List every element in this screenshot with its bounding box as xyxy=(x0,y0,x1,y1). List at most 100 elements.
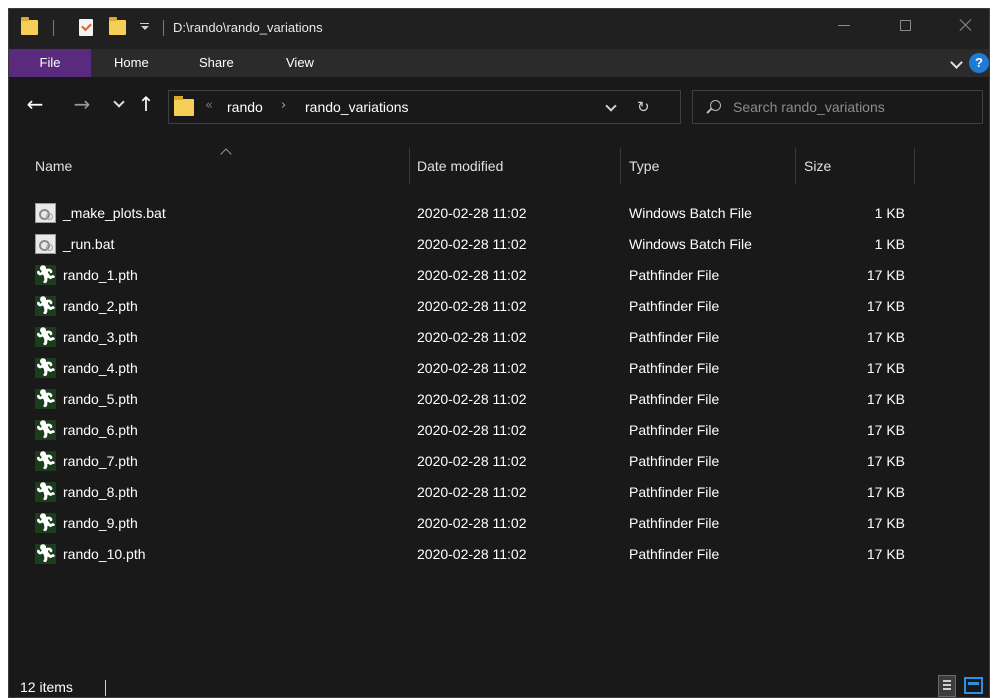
file-name[interactable]: _make_plots.bat xyxy=(63,198,166,229)
file-name[interactable]: rando_4.pth xyxy=(63,353,138,384)
file-name[interactable]: rando_8.pth xyxy=(63,477,138,508)
file-date: 2020-02-28 11:02 xyxy=(417,267,527,283)
pathfinder-file-icon: 🏃︎ xyxy=(35,327,57,347)
explorer-window: D:\rando\rando_variations File Home Shar… xyxy=(8,8,990,698)
tab-file[interactable]: File xyxy=(9,49,91,77)
up-button[interactable]: ↑ xyxy=(133,91,159,117)
address-bar[interactable]: « rando › rando_variations ↻ xyxy=(168,90,681,124)
pathfinder-file-icon: 🏃︎ xyxy=(35,482,57,502)
status-separator xyxy=(105,680,106,696)
tab-share[interactable]: Share xyxy=(199,49,234,77)
file-size: 17 KB xyxy=(866,422,905,438)
breadcrumb-rando[interactable]: rando xyxy=(227,99,263,115)
breadcrumb-separator[interactable]: › xyxy=(281,98,286,113)
item-count: 12 items xyxy=(20,679,73,695)
search-icon xyxy=(710,100,721,111)
refresh-icon[interactable]: ↻ xyxy=(637,98,650,116)
pathfinder-file-icon: 🏃︎ xyxy=(35,358,57,378)
file-name[interactable]: _run.bat xyxy=(63,229,114,260)
pathfinder-file-icon: 🏃︎ xyxy=(35,513,57,533)
search-input[interactable] xyxy=(733,91,973,123)
pathfinder-file-icon: 🏃︎ xyxy=(35,544,57,564)
toolbar-separator xyxy=(163,20,164,36)
new-folder-icon[interactable] xyxy=(109,17,126,35)
maximize-button[interactable] xyxy=(882,9,928,41)
folder-icon xyxy=(174,96,194,116)
file-size: 17 KB xyxy=(866,360,905,376)
file-row[interactable]: 🏃︎ rando_1.pth 2020-02-28 11:02 Pathfind… xyxy=(9,260,989,291)
file-row[interactable]: 🏃︎ rando_10.pth 2020-02-28 11:02 Pathfin… xyxy=(9,539,989,570)
status-bar: 12 items xyxy=(9,669,989,697)
file-row[interactable]: 🏃︎ rando_4.pth 2020-02-28 11:02 Pathfind… xyxy=(9,353,989,384)
search-box[interactable] xyxy=(692,90,983,124)
file-type: Pathfinder File xyxy=(629,546,720,562)
breadcrumb-rando-variations[interactable]: rando_variations xyxy=(305,99,409,115)
file-size: 17 KB xyxy=(866,484,905,500)
column-divider[interactable] xyxy=(409,148,410,184)
close-button[interactable] xyxy=(943,9,989,41)
address-history-dropdown-icon[interactable] xyxy=(605,100,617,112)
file-type: Pathfinder File xyxy=(629,515,720,531)
file-date: 2020-02-28 11:02 xyxy=(417,236,527,252)
file-name[interactable]: rando_10.pth xyxy=(63,539,146,570)
file-size: 17 KB xyxy=(866,546,905,562)
column-header-size[interactable]: Size xyxy=(804,146,904,186)
maximize-icon xyxy=(899,19,911,31)
file-row[interactable]: 🏃︎ rando_3.pth 2020-02-28 11:02 Pathfind… xyxy=(9,322,989,353)
breadcrumb-overflow[interactable]: « xyxy=(205,98,213,113)
file-type: Pathfinder File xyxy=(629,391,720,407)
column-header-name[interactable]: Name xyxy=(35,146,405,186)
file-size: 17 KB xyxy=(866,267,905,283)
tab-home[interactable]: Home xyxy=(114,49,149,77)
file-row[interactable]: 🏃︎ rando_8.pth 2020-02-28 11:02 Pathfind… xyxy=(9,477,989,508)
pathfinder-file-icon: 🏃︎ xyxy=(35,296,57,316)
column-header-type[interactable]: Type xyxy=(629,146,789,186)
file-size: 17 KB xyxy=(866,329,905,345)
column-headers: Name Date modified Type Size xyxy=(9,146,989,186)
file-row[interactable]: 🏃︎ rando_5.pth 2020-02-28 11:02 Pathfind… xyxy=(9,384,989,415)
file-name[interactable]: rando_6.pth xyxy=(63,415,138,446)
file-row[interactable]: _run.bat 2020-02-28 11:02 Windows Batch … xyxy=(9,229,989,260)
column-divider[interactable] xyxy=(914,148,915,184)
column-divider[interactable] xyxy=(620,148,621,184)
file-date: 2020-02-28 11:02 xyxy=(417,422,527,438)
details-view-icon[interactable] xyxy=(938,675,956,697)
file-type: Pathfinder File xyxy=(629,360,720,376)
tab-view[interactable]: View xyxy=(286,49,314,77)
pathfinder-file-icon: 🏃︎ xyxy=(35,265,57,285)
file-date: 2020-02-28 11:02 xyxy=(417,298,527,314)
folder-icon xyxy=(21,17,38,35)
customize-toolbar-dropdown-icon[interactable] xyxy=(140,21,149,33)
file-type: Pathfinder File xyxy=(629,484,720,500)
file-name[interactable]: rando_5.pth xyxy=(63,384,138,415)
expand-ribbon-icon[interactable] xyxy=(950,56,963,69)
pathfinder-file-icon: 🏃︎ xyxy=(35,389,57,409)
file-name[interactable]: rando_1.pth xyxy=(63,260,138,291)
help-icon[interactable]: ? xyxy=(969,53,989,73)
file-date: 2020-02-28 11:02 xyxy=(417,329,527,345)
column-divider[interactable] xyxy=(795,148,796,184)
large-icons-view-icon[interactable] xyxy=(964,677,983,694)
forward-button[interactable]: → xyxy=(69,91,95,117)
file-size: 17 KB xyxy=(866,298,905,314)
file-name[interactable]: rando_3.pth xyxy=(63,322,138,353)
properties-icon[interactable] xyxy=(79,19,93,36)
file-row[interactable]: _make_plots.bat 2020-02-28 11:02 Windows… xyxy=(9,198,989,229)
toolbar-separator xyxy=(53,20,54,36)
file-type: Pathfinder File xyxy=(629,422,720,438)
file-name[interactable]: rando_2.pth xyxy=(63,291,138,322)
column-header-date[interactable]: Date modified xyxy=(417,146,617,186)
file-row[interactable]: 🏃︎ rando_6.pth 2020-02-28 11:02 Pathfind… xyxy=(9,415,989,446)
file-date: 2020-02-28 11:02 xyxy=(417,205,527,221)
file-name[interactable]: rando_7.pth xyxy=(63,446,138,477)
file-row[interactable]: 🏃︎ rando_7.pth 2020-02-28 11:02 Pathfind… xyxy=(9,446,989,477)
file-name[interactable]: rando_9.pth xyxy=(63,508,138,539)
back-button[interactable]: ← xyxy=(22,91,48,117)
file-date: 2020-02-28 11:02 xyxy=(417,453,527,469)
file-size: 17 KB xyxy=(866,391,905,407)
minimize-button[interactable] xyxy=(821,9,867,41)
file-row[interactable]: 🏃︎ rando_9.pth 2020-02-28 11:02 Pathfind… xyxy=(9,508,989,539)
file-row[interactable]: 🏃︎ rando_2.pth 2020-02-28 11:02 Pathfind… xyxy=(9,291,989,322)
recent-locations-icon[interactable] xyxy=(113,96,125,108)
file-date: 2020-02-28 11:02 xyxy=(417,546,527,562)
